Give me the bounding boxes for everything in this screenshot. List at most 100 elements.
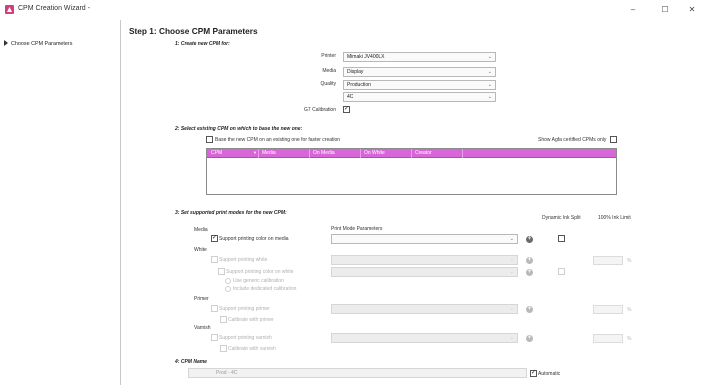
use-generic-calibration-radio[interactable] xyxy=(225,278,231,284)
support-color-on-white-checkbox[interactable] xyxy=(218,268,225,275)
column-divider xyxy=(411,149,412,158)
primer-ink-limit-input[interactable] xyxy=(593,305,623,314)
section-2-title: 2: Select existing CPM on which to base … xyxy=(175,126,303,132)
include-dedicated-calibration-radio[interactable] xyxy=(225,286,231,292)
column-header-cpm[interactable]: CPM xyxy=(211,150,222,156)
chevron-down-icon: ⌄ xyxy=(487,54,492,60)
white-print-mode-dropdown[interactable]: ⌄ xyxy=(331,255,518,265)
support-primer-label: Support printing primer xyxy=(219,306,270,312)
support-primer-checkbox[interactable] xyxy=(211,305,218,312)
add-white-mode-button[interactable]: + xyxy=(526,257,533,264)
automatic-name-checkbox[interactable]: ✓ xyxy=(530,370,537,377)
minimize-button[interactable]: – xyxy=(626,4,640,16)
white-dynamic-ink-split-checkbox[interactable] xyxy=(558,268,565,275)
sort-down-icon: ▼ xyxy=(253,150,257,155)
agfa-certified-label: Show Agfa certified CPMs only xyxy=(538,137,607,143)
cpm-name-input[interactable]: Prod - 4C xyxy=(188,368,527,378)
media-print-mode-dropdown[interactable]: ⌄ xyxy=(331,234,518,244)
agfa-certified-checkbox[interactable] xyxy=(610,136,617,143)
g7-calibration-label: G7 Calibration xyxy=(304,107,336,113)
chevron-down-icon: ⌄ xyxy=(509,335,514,341)
add-media-mode-button[interactable]: + xyxy=(526,236,533,243)
varnish-print-mode-dropdown[interactable]: ⌄ xyxy=(331,333,518,343)
base-existing-cpm-label: Base the new CPM on an existing one for … xyxy=(215,137,341,143)
printer-label: Printer xyxy=(321,53,336,59)
chevron-down-icon: ⌄ xyxy=(487,94,492,100)
primer-group-label: Primer xyxy=(194,296,209,302)
add-primer-mode-button[interactable]: + xyxy=(526,306,533,313)
calibrate-with-varnish-checkbox[interactable] xyxy=(220,345,227,352)
chevron-down-icon: ⌄ xyxy=(509,306,514,312)
support-white-label: Support printing white xyxy=(219,257,268,263)
automatic-name-label: Automatic xyxy=(538,371,561,377)
sidebar-item-label: Choose CPM Parameters xyxy=(11,41,73,47)
printer-dropdown[interactable]: Mimaki JV400LX ⌄ xyxy=(343,52,496,62)
section-3-title: 3: Set supported print modes for the new… xyxy=(175,210,287,216)
column-divider xyxy=(360,149,361,158)
media-dropdown[interactable]: Display ⌄ xyxy=(343,67,496,77)
white-group-label: White xyxy=(194,247,207,253)
main-panel: Step 1: Choose CPM Parameters 1: Create … xyxy=(122,20,701,385)
primer-print-mode-dropdown[interactable]: ⌄ xyxy=(331,304,518,314)
column-header-media[interactable]: Media xyxy=(262,150,276,156)
chevron-down-icon: ⌄ xyxy=(487,82,492,88)
include-dedicated-calibration-label: Include dedicated calibration xyxy=(233,286,297,292)
section-1-title: 1: Create new CPM for: xyxy=(175,41,230,47)
media-label: Media xyxy=(322,68,336,74)
wizard-steps-sidebar: Choose CPM Parameters xyxy=(0,20,121,385)
use-generic-calibration-label: Use generic calibration xyxy=(233,278,284,284)
section-4-title: 4: CPM Name xyxy=(175,359,207,365)
app-icon xyxy=(5,5,14,14)
ink-limit-header: 100% Ink Limit xyxy=(598,215,631,221)
support-white-checkbox[interactable] xyxy=(211,256,218,263)
column-header-on-white[interactable]: On White xyxy=(364,150,385,156)
window-title: CPM Creation Wizard - xyxy=(18,5,90,12)
support-color-on-white-label: Support printing color on white xyxy=(226,269,294,275)
calibrate-with-primer-checkbox[interactable] xyxy=(220,316,227,323)
support-color-on-media-checkbox[interactable]: ✓ xyxy=(211,235,218,242)
print-mode-dropdown[interactable]: 4C ⌄ xyxy=(343,92,496,102)
column-divider xyxy=(309,149,310,158)
base-existing-cpm-checkbox[interactable] xyxy=(206,136,213,143)
close-button[interactable]: ✕ xyxy=(685,4,699,16)
color-on-white-print-mode-dropdown[interactable]: ⌄ xyxy=(331,267,518,277)
support-varnish-label: Support printing varnish xyxy=(219,335,272,341)
existing-cpm-table[interactable]: CPM ▼ Media On Media On White Creator xyxy=(206,148,617,195)
page-title: Step 1: Choose CPM Parameters xyxy=(129,26,258,36)
quality-label: Quality xyxy=(320,81,336,87)
media-dynamic-ink-split-checkbox[interactable] xyxy=(558,235,565,242)
column-header-on-media[interactable]: On Media xyxy=(313,150,335,156)
column-divider xyxy=(258,149,259,158)
quality-dropdown[interactable]: Production ⌄ xyxy=(343,80,496,90)
media-value: Display xyxy=(347,69,364,75)
column-divider xyxy=(462,149,463,158)
dynamic-ink-split-header: Dynamic Ink Split xyxy=(542,215,581,221)
chevron-down-icon: ⌄ xyxy=(487,69,492,75)
media-group-label: Media xyxy=(194,227,208,233)
white-ink-limit-percent: % xyxy=(627,258,632,264)
calibrate-with-primer-label: Calibrate with primer xyxy=(228,317,274,323)
chevron-down-icon: ⌄ xyxy=(509,269,514,275)
calibrate-with-varnish-label: Calibrate with varnish xyxy=(228,346,276,352)
chevron-down-icon: ⌄ xyxy=(509,257,514,263)
title-bar: CPM Creation Wizard - – ☐ ✕ xyxy=(0,0,701,20)
sidebar-item-choose-cpm-parameters[interactable]: Choose CPM Parameters xyxy=(4,40,72,47)
varnish-group-label: Varnish xyxy=(194,325,211,331)
print-mode-value: 4C xyxy=(347,94,354,100)
print-mode-parameters-header: Print Mode Parameters xyxy=(331,226,383,232)
g7-calibration-checkbox[interactable]: ✓ xyxy=(343,106,350,113)
add-color-on-white-mode-button[interactable]: + xyxy=(526,269,533,276)
white-ink-limit-input[interactable] xyxy=(593,256,623,265)
column-header-creator[interactable]: Creator xyxy=(415,150,432,156)
support-color-on-media-label: Support printing color on media xyxy=(219,236,289,242)
chevron-right-icon xyxy=(4,40,8,46)
add-varnish-mode-button[interactable]: + xyxy=(526,335,533,342)
support-varnish-checkbox[interactable] xyxy=(211,334,218,341)
quality-value: Production xyxy=(347,82,371,88)
varnish-ink-limit-percent: % xyxy=(627,336,632,342)
cpm-creation-wizard-window: CPM Creation Wizard - – ☐ ✕ Choose CPM P… xyxy=(0,0,701,385)
chevron-down-icon: ⌄ xyxy=(509,236,514,242)
maximize-button[interactable]: ☐ xyxy=(658,4,672,16)
table-header: CPM ▼ Media On Media On White Creator xyxy=(207,149,616,158)
varnish-ink-limit-input[interactable] xyxy=(593,334,623,343)
